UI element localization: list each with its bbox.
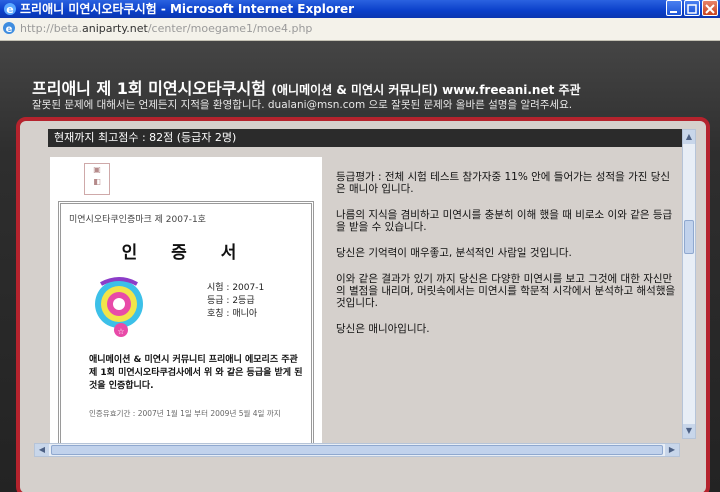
personality-note: 당신은 기억력이 매우좋고, 분석적인 사람일 것입니다.	[336, 247, 572, 259]
site-title: 프리애니 제 1회 미연시오타쿠시험 (애니메이션 & 미연시 커뮤니티) ww…	[32, 75, 581, 99]
result-frame: 현재까지 최고점수 : 82점 (등급자 2명) ▣ ◧ 미연시오타쿠인증마크 제…	[16, 117, 710, 492]
close-button[interactable]	[702, 0, 718, 16]
certificate-border: 미연시오타쿠인증마크 제 2007-1호 인 증 서 ☆ 시험 : 2007-1…	[58, 201, 314, 451]
emblem-icon: ☆	[95, 277, 143, 337]
page-content: 프리애니 제 1회 미연시오타쿠시험 (애니메이션 & 미연시 커뮤니티) ww…	[0, 41, 720, 492]
experience-note: 이와 같은 결과가 있기 까지 당신은 다양한 미연시를 보고 그것에 대한 자…	[336, 273, 676, 309]
grade-label: 등급 : 2등급	[207, 296, 255, 306]
page-icon: e	[3, 22, 15, 35]
certificate-issue-number: 미연시오타쿠인증마크 제 2007-1호	[69, 215, 206, 225]
certificate-validity: 인증유효기간 : 2007년 1월 1일 부터 2009년 5월 4일 까지	[89, 409, 281, 418]
grade-evaluation: 등급평가 : 전체 시험 테스트 참가자중 11% 안에 들어가는 성적을 가진…	[336, 171, 671, 195]
result-text: 등급평가 : 전체 시험 테스트 참가자중 11% 안에 들어가는 성적을 가진…	[336, 171, 676, 349]
certificate-info: 시험 : 2007-1 등급 : 2등급 호칭 : 매니아	[207, 282, 264, 321]
scroll-left-button[interactable]: ◀	[35, 444, 49, 456]
scroll-up-button[interactable]: ▲	[683, 130, 695, 144]
exam-label: 시험 : 2007-1	[207, 283, 265, 293]
url-domain: aniparty.net	[82, 22, 148, 35]
window-titlebar[interactable]: e 프리애니 미연시오타쿠시험 - Microsoft Internet Exp…	[0, 0, 720, 18]
horizontal-scrollbar[interactable]: ◀ ▶	[34, 443, 680, 457]
close-icon	[705, 4, 715, 14]
scroll-right-button[interactable]: ▶	[665, 444, 679, 456]
svg-text:☆: ☆	[117, 327, 124, 336]
score-bar: 현재까지 최고점수 : 82점 (등급자 2명)	[48, 129, 682, 147]
vertical-scroll-thumb[interactable]	[684, 220, 694, 254]
scroll-down-button[interactable]: ▼	[683, 424, 695, 438]
window-title: 프리애니 미연시오타쿠시험 - Microsoft Internet Explo…	[20, 2, 355, 16]
address-url[interactable]: http://beta.aniparty.net/center/moegame1…	[20, 18, 312, 40]
exam-title: 프리애니 제 1회 미연시오타쿠시험	[32, 79, 266, 98]
ie-icon: e	[4, 3, 16, 16]
grade-requirement: 나름의 지식을 겸비하고 미연시를 충분히 이해 했을 때 비로소 이와 같은 …	[336, 209, 673, 233]
notice-text: 잘못된 문제에 대해서는 언제든지 지적을 환영합니다. dualani@msn…	[32, 99, 573, 111]
svg-text:e: e	[6, 3, 13, 16]
minimize-icon	[670, 11, 677, 13]
address-bar[interactable]: e http://beta.aniparty.net/center/moegam…	[0, 18, 720, 41]
title-label: 호칭 : 매니아	[207, 309, 258, 319]
exam-subtitle: (애니메이션 & 미연시 커뮤니티) www.freeani.net 주관	[271, 83, 581, 97]
svg-text:e: e	[6, 24, 13, 35]
vertical-scrollbar[interactable]: ▲ ▼	[682, 129, 696, 439]
final-verdict: 당신은 매니아입니다.	[336, 323, 430, 335]
certificate-heading: 인 증 서	[121, 243, 251, 263]
certificate: ▣ ◧ 미연시오타쿠인증마크 제 2007-1호 인 증 서 ☆ 시험 : 200…	[50, 157, 322, 455]
maximize-icon	[687, 4, 697, 14]
high-score-text: 현재까지 최고점수 : 82점 (등급자 2명)	[54, 131, 237, 144]
certificate-body: 애니메이션 & 미연시 커뮤니티 프리애니 에모리즈 주관 제 1회 미연시오타…	[89, 355, 303, 391]
certificate-logo-icon: ▣ ◧	[84, 163, 110, 195]
maximize-button[interactable]	[684, 0, 700, 16]
minimize-button[interactable]	[666, 0, 682, 16]
horizontal-scroll-thumb[interactable]	[51, 445, 663, 455]
